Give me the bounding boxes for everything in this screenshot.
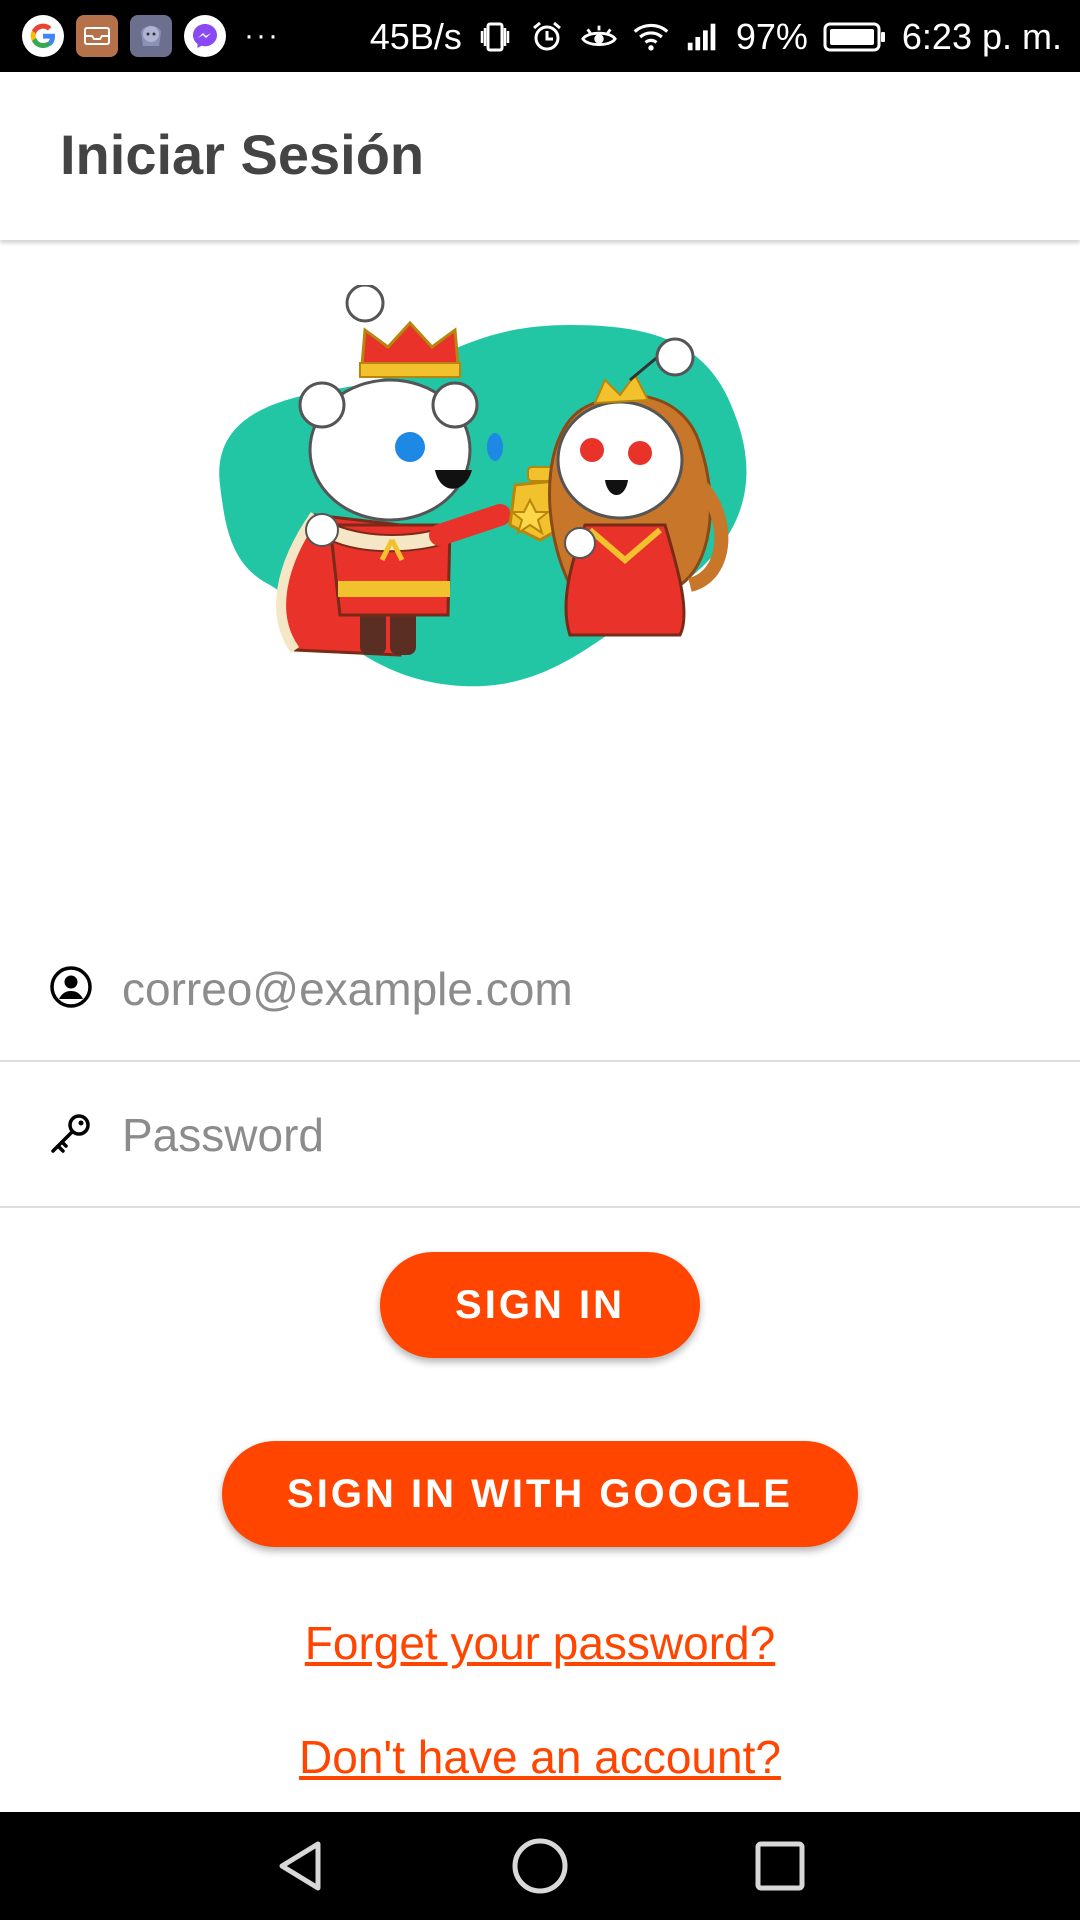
app-bar: Iniciar Sesión xyxy=(0,72,1080,240)
navigation-bar xyxy=(0,1812,1080,1920)
eye-comfort-icon xyxy=(580,18,618,56)
back-icon[interactable] xyxy=(270,1836,330,1896)
mail-app-icon xyxy=(76,15,118,57)
sign-in-button[interactable]: SIGN IN xyxy=(380,1252,700,1358)
password-field[interactable] xyxy=(120,1094,1024,1176)
page-title: Iniciar Sesión xyxy=(60,123,425,186)
google-app-icon xyxy=(22,15,64,57)
king-queen-illustration xyxy=(210,283,810,705)
notification-icons: ··· xyxy=(22,14,280,58)
battery-percent: 97% xyxy=(735,16,808,57)
status-bar: ··· 45B/s 97% 6:23 p. m. xyxy=(0,0,1080,72)
sign-up-link[interactable]: Don't have an account? xyxy=(0,1730,1080,1784)
recents-icon[interactable] xyxy=(750,1836,810,1896)
messenger-icon xyxy=(184,15,226,57)
network-speed: 45B/s xyxy=(369,16,462,57)
home-icon[interactable] xyxy=(510,1836,570,1896)
more-notifications: ··· xyxy=(244,19,280,52)
google-sign-in-button[interactable]: SIGN IN WITH GOOGLE xyxy=(222,1441,858,1547)
email-field-row xyxy=(0,920,1080,1062)
email-field[interactable] xyxy=(120,948,1024,1030)
system-status: 45B/s 97% 6:23 p. m. xyxy=(370,12,1062,62)
signal-icon xyxy=(684,18,722,56)
alarm-icon xyxy=(528,18,566,56)
forgot-password-link[interactable]: Forget your password? xyxy=(0,1616,1080,1670)
key-icon xyxy=(48,1110,94,1156)
battery-icon xyxy=(822,18,888,56)
password-field-row xyxy=(0,1066,1080,1208)
vibrate-icon xyxy=(476,18,514,56)
wifi-icon xyxy=(632,18,670,56)
clock: 6:23 p. m. xyxy=(901,16,1062,57)
anime-app-icon xyxy=(130,15,172,57)
account-circle-icon xyxy=(48,964,94,1010)
